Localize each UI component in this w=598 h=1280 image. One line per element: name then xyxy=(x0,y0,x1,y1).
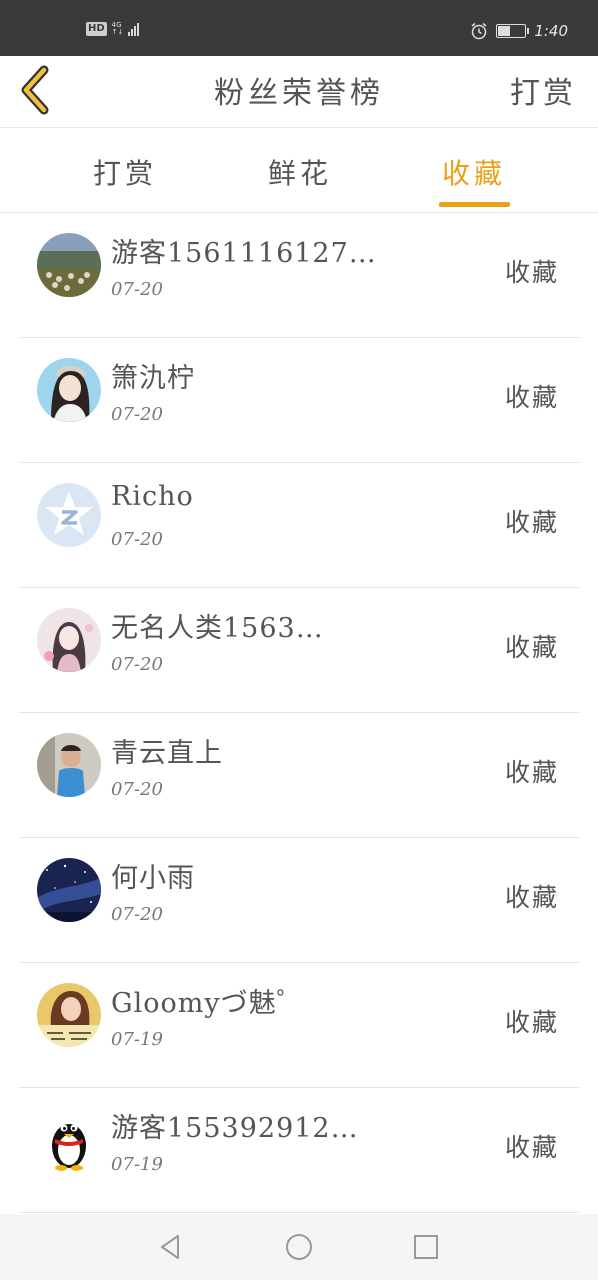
user-name: 游客155392912… xyxy=(111,1113,359,1144)
galaxy-avatar xyxy=(37,858,101,922)
item-date: 07-20 xyxy=(111,904,163,925)
page-title: 粉丝荣誉榜 xyxy=(214,76,384,111)
system-nav-bar xyxy=(0,1214,598,1280)
item-action-label: 收藏 xyxy=(504,633,559,662)
item-action-label: 收藏 xyxy=(504,1133,559,1162)
app-header: 粉丝荣誉榜 打赏 xyxy=(0,56,598,128)
item-date: 07-20 xyxy=(111,779,163,800)
list-item[interactable]: 箫氿柠 07-20 收藏 xyxy=(19,338,579,463)
network-type-label: 4G ↑↓ xyxy=(112,22,124,36)
tab-flowers[interactable]: 鲜花 xyxy=(255,152,345,192)
tab-reward[interactable]: 打赏 xyxy=(80,152,170,192)
network-arrows: ↑↓ xyxy=(111,28,124,36)
home-circle-icon[interactable] xyxy=(284,1232,314,1262)
item-date: 07-20 xyxy=(111,654,163,675)
item-date: 07-20 xyxy=(111,279,163,300)
list-item[interactable]: Richo 07-20 收藏 xyxy=(19,463,579,588)
item-date: 07-20 xyxy=(111,529,163,550)
list-item[interactable]: 游客155392912… 07-19 收藏 xyxy=(19,1088,579,1213)
item-date: 07-20 xyxy=(111,404,163,425)
signal-icon xyxy=(128,22,140,36)
list-item[interactable]: 无名人类1563… 07-20 收藏 xyxy=(19,588,579,713)
alarm-icon xyxy=(471,22,487,40)
item-action-label: 收藏 xyxy=(504,508,559,537)
active-tab-indicator xyxy=(439,202,510,207)
anime-girl-avatar xyxy=(37,608,101,672)
status-right-group: 1:40 xyxy=(470,22,568,40)
default-star-avatar xyxy=(37,483,101,547)
user-name: 游客1561116127… xyxy=(111,238,377,269)
user-name: Gloomyづ魅゜ xyxy=(111,988,305,1019)
status-bar: HD 4G ↑↓ 1:40 xyxy=(0,0,598,56)
item-action-label: 收藏 xyxy=(504,1008,559,1037)
landscape-avatar xyxy=(37,233,101,297)
penguin-avatar xyxy=(37,1108,101,1172)
list-item[interactable]: Gloomyづ魅゜ 07-19 收藏 xyxy=(19,963,579,1088)
item-date: 07-19 xyxy=(111,1029,163,1050)
fan-list: 游客1561116127… 07-20 收藏 箫氿柠 07-20 收藏 Rich… xyxy=(0,213,598,1213)
tab-favorites[interactable]: 收藏 xyxy=(429,152,519,192)
tab-bar: 打赏 鲜花 收藏 xyxy=(0,128,598,213)
list-item[interactable]: 青云直上 07-20 收藏 xyxy=(19,713,579,838)
battery-icon xyxy=(496,24,530,38)
child-photo-avatar xyxy=(37,733,101,797)
battery-fill xyxy=(498,26,511,36)
recents-square-icon[interactable] xyxy=(411,1232,441,1262)
user-name: 何小雨 xyxy=(111,863,195,894)
item-action-label: 收藏 xyxy=(504,883,559,912)
user-name: 无名人类1563… xyxy=(111,613,324,644)
user-name: Richo xyxy=(111,481,194,512)
portrait-text-avatar xyxy=(37,983,101,1047)
status-time: 1:40 xyxy=(534,22,568,40)
item-action-label: 收藏 xyxy=(504,758,559,787)
list-item[interactable]: 游客1561116127… 07-20 收藏 xyxy=(19,213,579,338)
user-name: 青云直上 xyxy=(111,738,223,769)
back-triangle-icon[interactable] xyxy=(156,1232,186,1262)
item-action-label: 收藏 xyxy=(504,383,559,412)
hd-icon: HD xyxy=(86,22,107,36)
reward-button[interactable]: 打赏 xyxy=(510,68,576,112)
status-left-group: HD 4G ↑↓ xyxy=(86,22,140,36)
user-name: 箫氿柠 xyxy=(111,363,195,394)
girl-portrait-avatar xyxy=(37,358,101,422)
item-date: 07-19 xyxy=(111,1154,163,1175)
item-action-label: 收藏 xyxy=(504,258,559,287)
list-item[interactable]: 何小雨 07-20 收藏 xyxy=(19,838,579,963)
